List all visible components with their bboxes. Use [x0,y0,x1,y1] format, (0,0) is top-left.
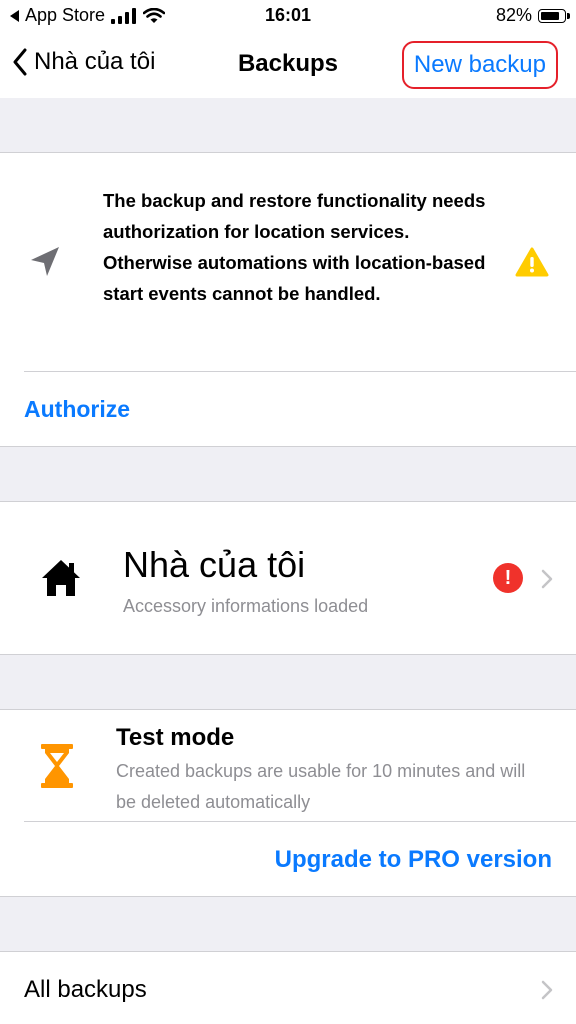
house-icon [42,560,80,596]
hourglass-icon [41,744,73,788]
test-mode-description: Created backups are usable for 10 minute… [116,761,526,812]
all-backups-label: All backups [24,976,147,1003]
home-name: Nhà của tôi [123,544,306,585]
row-separator [24,371,576,372]
navigation-bar: Nhà của tôi Backups New backup [0,32,576,98]
battery-fill [541,11,559,20]
battery-status: 82% [495,5,570,26]
clock: 16:01 [264,5,312,25]
screen: App Store 16:01 82% Nhà của tôi Backups … [0,0,576,1024]
row-separator [24,821,576,822]
battery-icon [538,8,570,23]
status-bar: App Store 16:01 82% [0,0,576,32]
chevron-right-icon [541,980,553,1000]
test-mode-title: Test mode [116,724,235,751]
location-authorization-section: The backup and restore functionality nee… [0,152,576,447]
warning-triangle-icon [515,247,549,277]
new-backup-button[interactable]: New backup [401,41,558,89]
chevron-right-icon [541,569,553,589]
test-mode-section: Test mode Created backups are usable for… [0,709,576,897]
home-row[interactable]: Nhà của tôi Accessory informations loade… [0,501,576,655]
battery-cap [567,12,570,19]
upgrade-pro-button[interactable]: Upgrade to PRO version [275,846,552,874]
battery-percent: 82% [495,5,532,25]
location-warning-text: The backup and restore functionality nee… [103,190,486,304]
alert-badge: ! [493,563,523,593]
home-status: Accessory informations loaded [123,596,369,616]
location-arrow-icon [31,247,59,276]
all-backups-row[interactable]: All backups [0,951,576,1024]
authorize-button[interactable]: Authorize [24,396,130,423]
